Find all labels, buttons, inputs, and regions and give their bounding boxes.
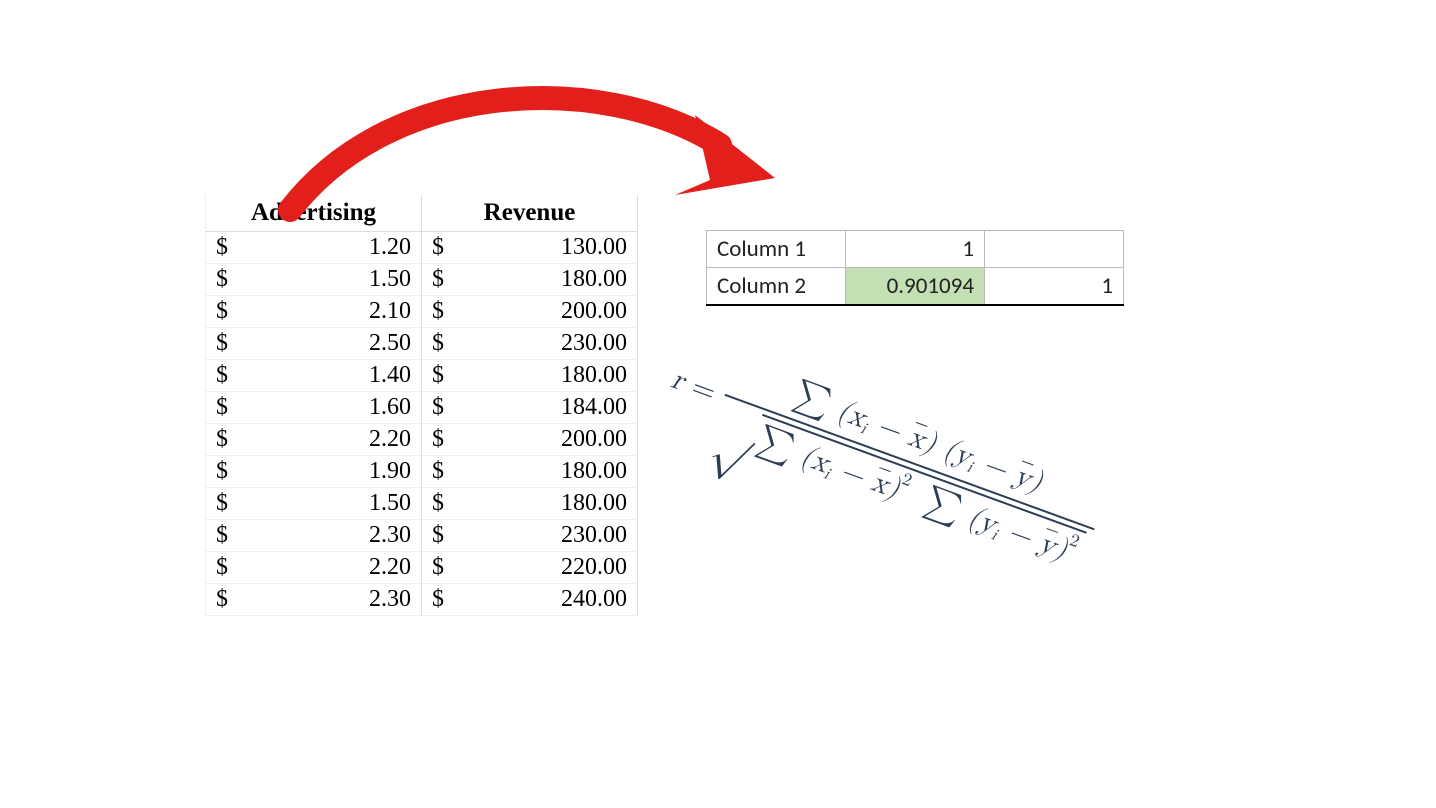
revenue-cell: $220.00 [422,552,638,584]
advertising-revenue-table: Advertising Revenue $1.20$130.00$1.50$18… [205,195,638,616]
table-row: Column 2 0.901094 1 [707,268,1124,306]
sigma-icon: ∑ [753,421,799,466]
correlation-matrix-table: Column 1 1 Column 2 0.901094 1 [706,230,1124,306]
revenue-cell: $230.00 [422,520,638,552]
table-row: $1.60$184.00 [206,392,638,424]
revenue-cell: $200.00 [422,424,638,456]
corr-r1c1: 1 [846,231,985,268]
advertising-cell: $2.10 [206,296,422,328]
advertising-cell: $2.30 [206,584,422,616]
table-row: $2.50$230.00 [206,328,638,360]
corr-r2c2: 1 [985,268,1124,306]
corr-row2-label: Column 2 [707,268,846,306]
revenue-cell: $180.00 [422,456,638,488]
revenue-cell: $180.00 [422,488,638,520]
advertising-cell: $1.50 [206,264,422,296]
advertising-cell: $1.90 [206,456,422,488]
advertising-cell: $1.40 [206,360,422,392]
red-arrow-annotation [270,60,790,240]
revenue-cell: $180.00 [422,264,638,296]
corr-coefficient-highlight: 0.901094 [846,268,985,306]
advertising-cell: $1.50 [206,488,422,520]
formula-equals: = [687,368,721,410]
advertising-cell: $2.20 [206,552,422,584]
revenue-cell: $184.00 [422,392,638,424]
squared: 2 [900,470,915,490]
table-row: $1.40$180.00 [206,360,638,392]
sigma-icon: ∑ [920,482,966,527]
squared: 2 [1067,531,1082,551]
table-row: $2.30$240.00 [206,584,638,616]
arrow-shaft [290,98,720,210]
formula-fraction: ∑ (xi − x) (yi − y) √ ∑ (xi − x)2 ∑ (yi … [707,349,1111,578]
pearson-correlation-formula: r = ∑ (xi − x) (yi − y) √ ∑ (xi − x)2 ∑ … [655,330,1178,603]
table-row: $1.90$180.00 [206,456,638,488]
advertising-cell: $1.60 [206,392,422,424]
corr-r1c2 [985,231,1124,268]
revenue-cell: $200.00 [422,296,638,328]
advertising-cell: $2.30 [206,520,422,552]
table-row: $2.20$220.00 [206,552,638,584]
table-row: $1.50$180.00 [206,488,638,520]
table-row: $2.30$230.00 [206,520,638,552]
revenue-cell: $240.00 [422,584,638,616]
sigma-icon: ∑ [790,376,836,421]
table-row: $2.10$200.00 [206,296,638,328]
revenue-cell: $230.00 [422,328,638,360]
revenue-cell: $180.00 [422,360,638,392]
table-row: $1.50$180.00 [206,264,638,296]
advertising-cell: $2.20 [206,424,422,456]
advertising-cell: $2.50 [206,328,422,360]
table-row: $2.20$200.00 [206,424,638,456]
formula-lhs: r [667,361,690,399]
